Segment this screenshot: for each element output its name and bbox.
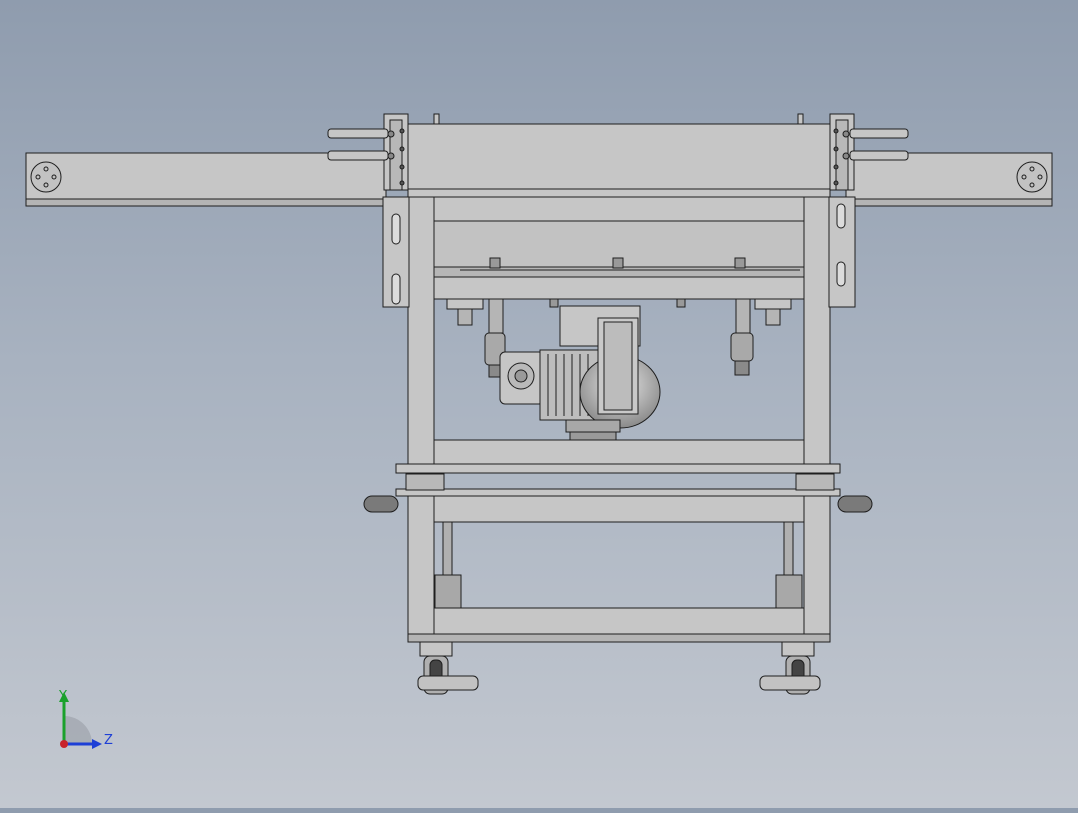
z-axis-label: Z <box>104 733 113 748</box>
z-axis-arrow-icon <box>92 739 102 749</box>
cad-graphics-viewport[interactable] <box>0 0 1078 808</box>
right-extension-arm <box>845 152 1053 207</box>
x-axis-dot-icon <box>60 740 68 748</box>
triad-quadrant <box>64 716 92 744</box>
orientation-triad: Y Z <box>58 689 113 749</box>
drive-motor <box>499 305 661 441</box>
left-extension-arm <box>25 152 387 207</box>
top-conveyor-head <box>327 113 909 191</box>
conveyor-model-drawing[interactable] <box>0 0 1078 808</box>
y-axis-label: Y <box>58 689 67 704</box>
caster-wheels <box>417 641 821 695</box>
lift-jacks <box>434 521 803 609</box>
